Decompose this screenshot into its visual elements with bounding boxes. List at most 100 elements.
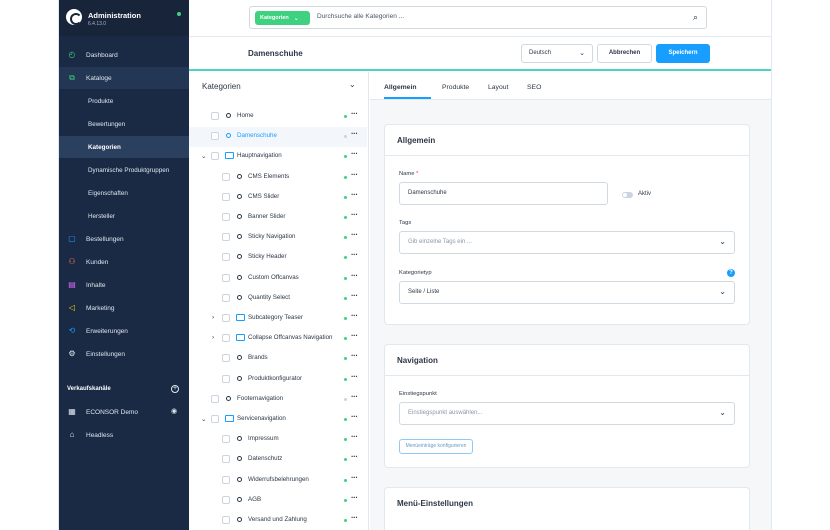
tab-layout[interactable]: Layout: [488, 84, 508, 91]
tree-checkbox[interactable]: [222, 314, 230, 322]
more-options-icon[interactable]: ···: [351, 190, 358, 199]
sidebar-item-dashboard[interactable]: ◴ Dashboard: [59, 44, 189, 66]
tree-checkbox[interactable]: [222, 495, 230, 504]
sidebar-item-erweiterungen[interactable]: ⟲ Erweiterungen: [59, 320, 189, 342]
more-options-icon[interactable]: ···: [351, 210, 358, 219]
more-options-icon[interactable]: ···: [351, 473, 358, 482]
more-options-icon[interactable]: ···: [351, 493, 358, 502]
tree-row[interactable]: Widerrufsbelehrungen ···: [189, 471, 367, 491]
tree-row[interactable]: Banner Slider ···: [189, 208, 367, 228]
tree-row[interactable]: Produktkonfigurator ···: [189, 370, 367, 390]
tree-checkbox[interactable]: [222, 192, 230, 201]
tree-row[interactable]: AGB ···: [189, 491, 367, 511]
chevron-down-icon[interactable]: ⌄: [349, 80, 356, 89]
sidebar-subitem-dynamische-produktgruppen[interactable]: Dynamische Produktgruppen: [59, 159, 189, 181]
configure-menu-entries-button[interactable]: Menüeinträge konfigurieren: [399, 439, 473, 454]
tree-checkbox[interactable]: [211, 394, 219, 403]
more-options-icon[interactable]: ···: [351, 412, 358, 421]
more-options-icon[interactable]: ···: [351, 372, 358, 381]
cancel-button[interactable]: Abbrechen: [597, 44, 652, 63]
name-field[interactable]: Damenschuhe: [399, 182, 608, 205]
sidebar-subitem-kategorien[interactable]: Kategorien: [59, 136, 189, 158]
chevron-down-icon[interactable]: ⌄: [201, 152, 206, 160]
tree-checkbox[interactable]: [222, 475, 230, 484]
global-search[interactable]: Kategorien ⌄ Durchsuche alle Kategorien …: [249, 6, 707, 29]
tab-produkte[interactable]: Produkte: [442, 84, 469, 91]
more-options-icon[interactable]: ···: [351, 452, 358, 461]
sales-channel-headless[interactable]: ⌂ Headless: [59, 424, 189, 446]
active-toggle[interactable]: [622, 192, 633, 198]
tab-allgemein[interactable]: Allgemein: [384, 84, 416, 91]
help-icon[interactable]: ?: [727, 269, 735, 277]
sidebar-item-marketing[interactable]: ◁ Marketing: [59, 297, 189, 319]
tree-row[interactable]: CMS Elements ···: [189, 168, 367, 188]
save-button[interactable]: Speichern: [656, 44, 710, 63]
tree-row[interactable]: Custom Offcanvas ···: [189, 269, 367, 289]
tree-checkbox[interactable]: [222, 253, 230, 262]
more-options-icon[interactable]: ···: [351, 392, 358, 401]
tree-row[interactable]: Versand und Zahlung ···: [189, 511, 367, 530]
more-options-icon[interactable]: ···: [351, 129, 358, 138]
more-options-icon[interactable]: ···: [351, 170, 358, 179]
search-input[interactable]: Durchsuche alle Kategorien ...: [317, 13, 404, 20]
tree-checkbox[interactable]: [211, 132, 219, 141]
search-type-tag[interactable]: Kategorien ⌄: [255, 11, 310, 25]
tree-checkbox[interactable]: [222, 435, 230, 444]
language-select[interactable]: Deutsch ⌄: [521, 44, 593, 63]
chevron-right-icon[interactable]: ›: [212, 334, 214, 341]
tree-row[interactable]: Home ···: [189, 107, 367, 127]
sidebar-subitem-hersteller[interactable]: Hersteller: [59, 205, 189, 227]
tags-input[interactable]: Gib einzelne Tags ein ... ⌄: [399, 231, 735, 254]
entry-point-select[interactable]: Einstiegspunkt auswählen... ⌄: [399, 402, 735, 425]
chevron-right-icon[interactable]: ›: [212, 314, 214, 321]
more-options-icon[interactable]: ···: [351, 109, 358, 118]
sidebar-item-einstellungen[interactable]: ⚙ Einstellungen: [59, 343, 189, 365]
category-type-select[interactable]: Seite / Liste ⌄: [399, 281, 735, 304]
tree-checkbox[interactable]: [222, 273, 230, 282]
tree-checkbox[interactable]: [222, 233, 230, 242]
tree-checkbox[interactable]: [222, 334, 230, 343]
more-options-icon[interactable]: ···: [351, 250, 358, 259]
tab-seo[interactable]: SEO: [527, 84, 541, 91]
more-options-icon[interactable]: ···: [351, 230, 358, 239]
more-options-icon[interactable]: ···: [351, 432, 358, 441]
tree-checkbox[interactable]: [222, 172, 230, 181]
tree-row[interactable]: CMS Slider ···: [189, 188, 367, 208]
more-options-icon[interactable]: ···: [351, 351, 358, 360]
tree-row[interactable]: Quantity Select ···: [189, 289, 367, 309]
tree-checkbox[interactable]: [211, 415, 219, 423]
tree-row[interactable]: › Subcategory Teaser ···: [189, 309, 367, 329]
tree-row[interactable]: › Collapse Offcanvas Navigation ···: [189, 329, 367, 349]
tree-checkbox[interactable]: [222, 516, 230, 524]
tree-row[interactable]: Sticky Header ···: [189, 248, 367, 268]
search-icon[interactable]: ⌕: [693, 12, 698, 23]
tree-row[interactable]: Footernavigation ···: [189, 390, 367, 410]
sidebar-item-kunden[interactable]: ⚇ Kunden: [59, 251, 189, 273]
tree-row[interactable]: ⌄ Hauptnavigation ···: [189, 147, 367, 167]
tree-row[interactable]: Damenschuhe ···: [189, 127, 367, 148]
add-sales-channel-icon[interactable]: +: [171, 385, 179, 393]
eye-icon[interactable]: ◉: [171, 407, 177, 415]
tree-checkbox[interactable]: [211, 112, 219, 120]
tree-checkbox[interactable]: [222, 455, 230, 464]
sidebar-subitem-bewertungen[interactable]: Bewertungen: [59, 113, 189, 135]
sales-channel-econsor-demo[interactable]: ▦ ECONSOR Demo: [59, 401, 189, 423]
more-options-icon[interactable]: ···: [351, 149, 358, 158]
brand-header[interactable]: Administration 6.4.13.0: [59, 0, 189, 36]
chevron-down-icon[interactable]: ⌄: [201, 415, 206, 423]
tree-row[interactable]: Datenschutz ···: [189, 450, 367, 470]
more-options-icon[interactable]: ···: [351, 513, 358, 522]
more-options-icon[interactable]: ···: [351, 311, 358, 320]
sidebar-subitem-produkte[interactable]: Produkte: [59, 90, 189, 112]
sidebar-item-bestellungen[interactable]: ▢ Bestellungen: [59, 228, 189, 250]
tree-row[interactable]: Impressum ···: [189, 430, 367, 450]
tree-row[interactable]: Sticky Navigation ···: [189, 228, 367, 248]
more-options-icon[interactable]: ···: [351, 291, 358, 300]
sidebar-subitem-eigenschaften[interactable]: Eigenschaften: [59, 182, 189, 204]
tree-row[interactable]: Brands ···: [189, 349, 367, 369]
tree-checkbox[interactable]: [222, 354, 230, 363]
more-options-icon[interactable]: ···: [351, 271, 358, 280]
tree-checkbox[interactable]: [211, 152, 219, 161]
tree-row[interactable]: ⌄ Servicenavigation ···: [189, 410, 367, 430]
tree-checkbox[interactable]: [222, 374, 230, 383]
